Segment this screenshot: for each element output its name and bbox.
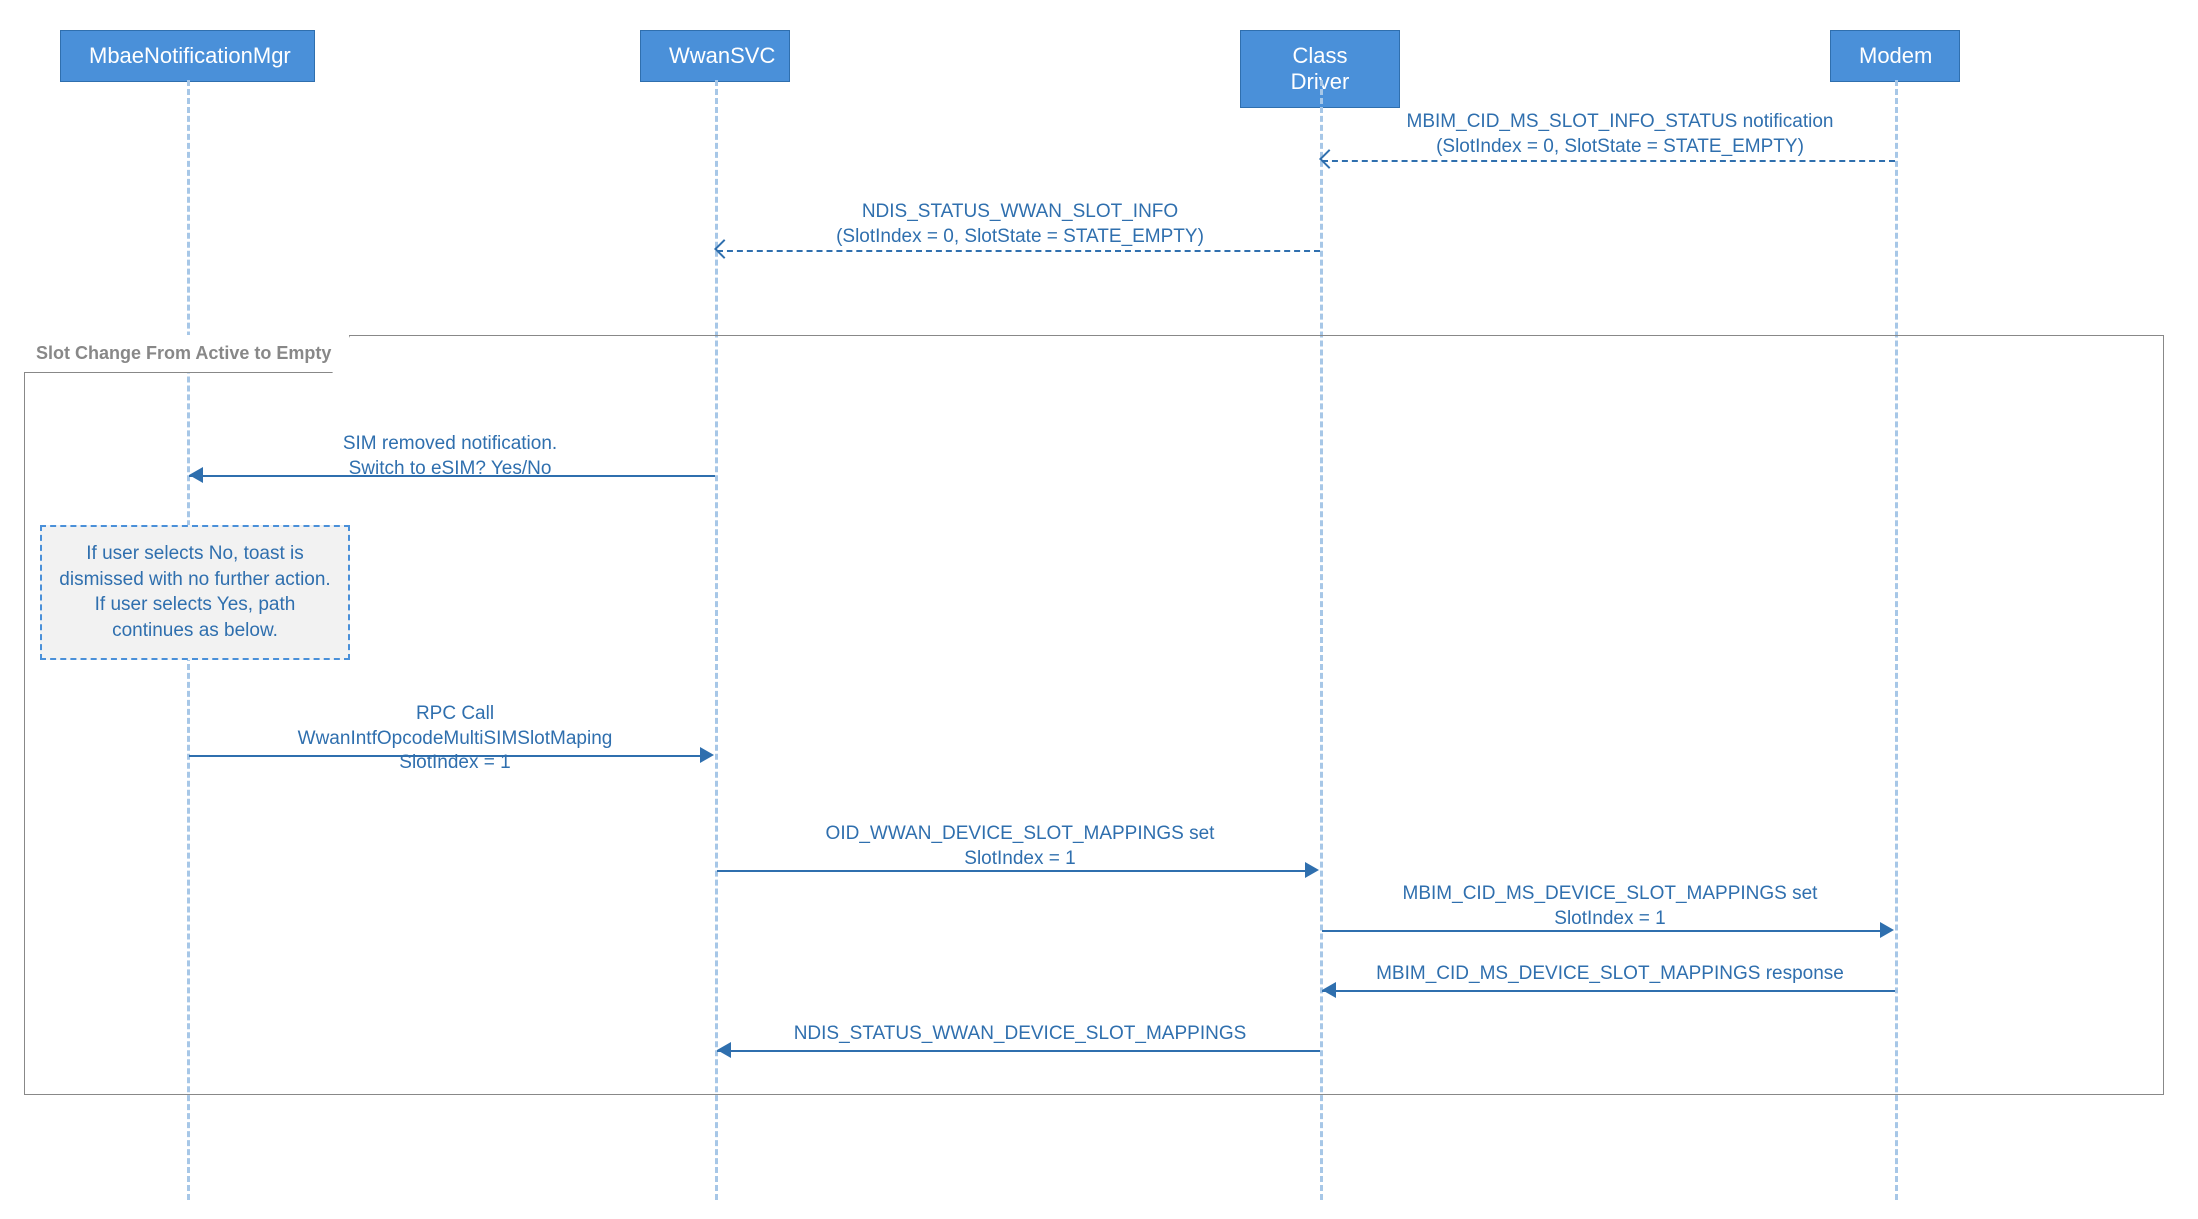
label-m8: NDIS_STATUS_WWAN_DEVICE_SLOT_MAPPINGS <box>760 1022 1280 1047</box>
arrow-m7 <box>1322 990 1895 992</box>
label-m4-l2: WwanIntfOpcodeMultiSIMSlotMaping <box>298 728 613 749</box>
label-m8-l1: NDIS_STATUS_WWAN_DEVICE_SLOT_MAPPINGS <box>794 1023 1247 1044</box>
frame-label: Slot Change From Active to Empty <box>24 335 350 373</box>
label-m1-l2: (SlotIndex = 0, SlotState = STATE_EMPTY) <box>1436 136 1804 157</box>
participant-mbae: MbaeNotificationMgr <box>60 30 315 82</box>
note-user-selection: If user selects No, toast is dismissed w… <box>40 525 350 660</box>
arrowhead-m5 <box>1305 862 1319 878</box>
arrow-m1 <box>1322 160 1895 162</box>
label-m3: SIM removed notification. Switch to eSIM… <box>220 432 680 481</box>
arrowhead-m7 <box>1322 982 1336 998</box>
label-m5: OID_WWAN_DEVICE_SLOT_MAPPINGS set SlotIn… <box>740 822 1300 871</box>
label-m1: MBIM_CID_MS_SLOT_INFO_STATUS notificatio… <box>1350 110 1890 159</box>
arrow-m2 <box>717 250 1320 252</box>
arrowhead-m6 <box>1880 922 1894 938</box>
label-m6-l2: SlotIndex = 1 <box>1554 908 1665 929</box>
label-m3-l1: SIM removed notification. <box>343 433 557 454</box>
label-m7: MBIM_CID_MS_DEVICE_SLOT_MAPPINGS respons… <box>1350 962 1870 987</box>
label-m2-l2: (SlotIndex = 0, SlotState = STATE_EMPTY) <box>836 226 1204 247</box>
label-m5-l2: SlotIndex = 1 <box>964 848 1075 869</box>
arrowhead-m8 <box>717 1042 731 1058</box>
label-m5-l1: OID_WWAN_DEVICE_SLOT_MAPPINGS set <box>826 823 1215 844</box>
label-m4-l1: RPC Call <box>416 703 494 724</box>
label-m4: RPC Call WwanIntfOpcodeMultiSIMSlotMapin… <box>230 702 680 776</box>
arrowhead-m3 <box>189 467 203 483</box>
label-m2: NDIS_STATUS_WWAN_SLOT_INFO (SlotIndex = … <box>740 200 1300 249</box>
participant-modem: Modem <box>1830 30 1960 82</box>
label-m7-l1: MBIM_CID_MS_DEVICE_SLOT_MAPPINGS respons… <box>1376 963 1844 984</box>
label-m6-l1: MBIM_CID_MS_DEVICE_SLOT_MAPPINGS set <box>1403 883 1818 904</box>
participant-wwansvc: WwanSVC <box>640 30 790 82</box>
label-m4-l3: SlotIndex = 1 <box>399 752 510 773</box>
arrowhead-m4 <box>700 747 714 763</box>
label-m2-l1: NDIS_STATUS_WWAN_SLOT_INFO <box>862 201 1178 222</box>
label-m3-l2: Switch to eSIM? Yes/No <box>349 458 552 479</box>
label-m6: MBIM_CID_MS_DEVICE_SLOT_MAPPINGS set Slo… <box>1340 882 1880 931</box>
arrow-m8 <box>717 1050 1320 1052</box>
sequence-diagram: MbaeNotificationMgr WwanSVC Class Driver… <box>0 0 2198 1219</box>
label-m1-l1: MBIM_CID_MS_SLOT_INFO_STATUS notificatio… <box>1407 111 1834 132</box>
